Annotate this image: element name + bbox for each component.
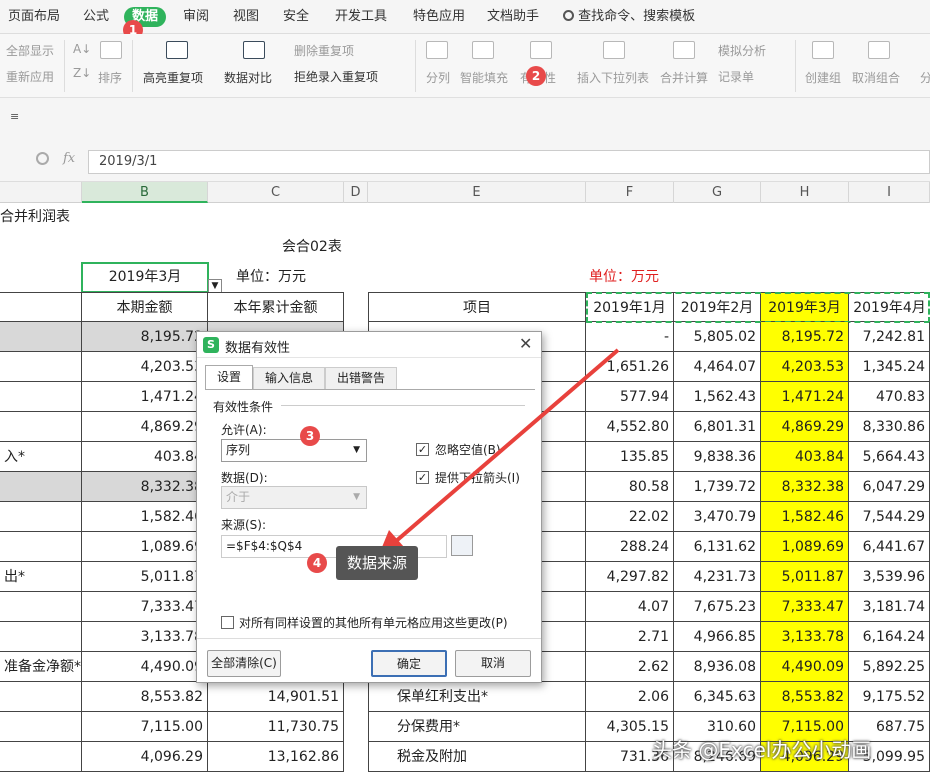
arrow-line bbox=[393, 348, 620, 544]
step-badge-4: 4 bbox=[307, 553, 327, 573]
data-source-tooltip: 数据来源 bbox=[336, 546, 418, 580]
spreadsheet-window: 页面布局 公式 数据 审阅 视图 安全 开发工具 特色应用 文档助手 查找命令、… bbox=[0, 0, 930, 782]
annotation-arrow bbox=[378, 348, 620, 557]
watermark: 头条 @Excel办公小动画 bbox=[652, 738, 872, 762]
